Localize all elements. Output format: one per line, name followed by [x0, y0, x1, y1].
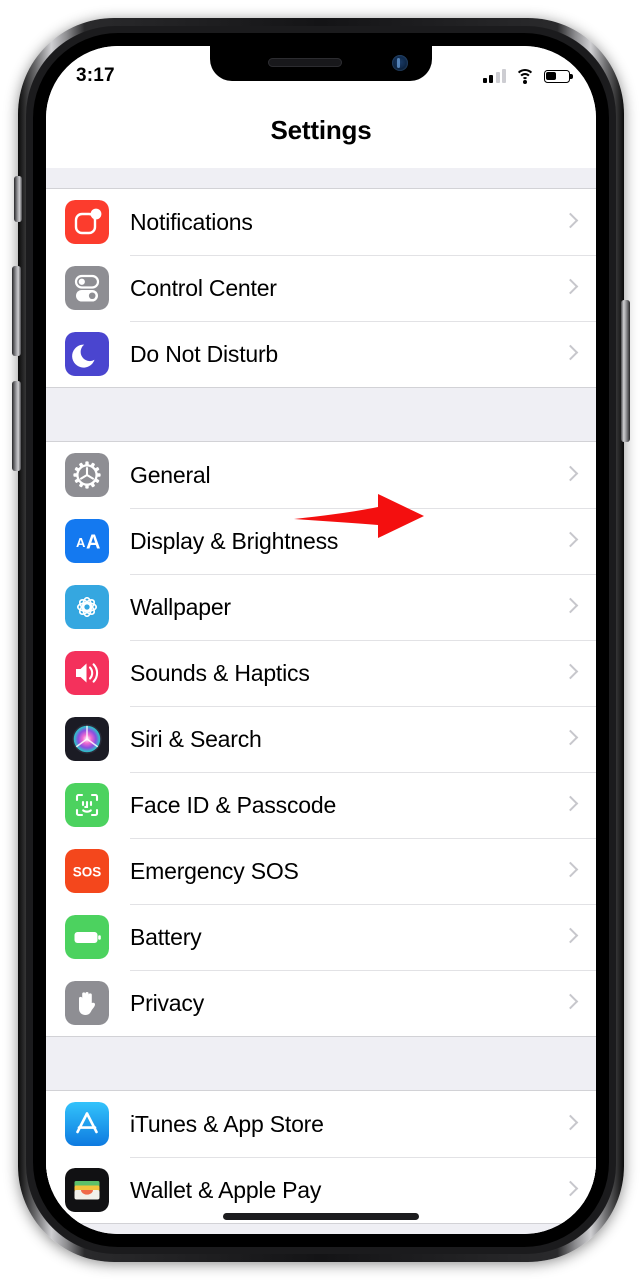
- settings-row-label: Do Not Disturb: [130, 340, 279, 367]
- chevron-right-icon: [562, 927, 579, 944]
- face-id-icon: [65, 783, 109, 827]
- app-store-icon: [65, 1102, 109, 1146]
- red-arrow-annotation: [294, 494, 424, 538]
- do-not-disturb-icon: [65, 332, 109, 376]
- power-button[interactable]: [621, 300, 630, 442]
- settings-row-battery[interactable]: Battery: [46, 904, 596, 970]
- cellular-signal-icon: [482, 69, 506, 83]
- earpiece-speaker: [268, 58, 342, 67]
- svg-text:A: A: [76, 535, 86, 550]
- control-center-icon: [65, 266, 109, 310]
- chevron-right-icon: [562, 663, 579, 680]
- settings-row-label: iTunes & App Store: [130, 1110, 324, 1137]
- group-separator: [46, 388, 596, 441]
- privacy-hand-icon: [65, 981, 109, 1025]
- settings-row-itunes-and-app-store[interactable]: iTunes & App Store: [46, 1091, 596, 1157]
- siri-icon: [65, 717, 109, 761]
- group-stores: iTunes & App Store Wallet & Apple Pay: [46, 1090, 596, 1224]
- page-title: Settings: [270, 114, 372, 145]
- settings-row-wallpaper[interactable]: Wallpaper: [46, 574, 596, 640]
- chevron-right-icon: [562, 212, 579, 229]
- display-icon: A A: [65, 519, 109, 563]
- group-separator: [46, 168, 596, 188]
- settings-row-notifications[interactable]: Notifications: [46, 189, 596, 255]
- notifications-icon: [65, 200, 109, 244]
- settings-list[interactable]: Notifications Control Center Do Not Dist…: [46, 168, 596, 1234]
- mute-switch[interactable]: [14, 176, 22, 222]
- settings-row-face-id-and-passcode[interactable]: Face ID & Passcode: [46, 772, 596, 838]
- chevron-right-icon: [562, 795, 579, 812]
- battery-icon: [65, 915, 109, 959]
- phone-screen: 3:17 Settings Notifications Control Cent…: [46, 46, 596, 1234]
- chevron-right-icon: [562, 465, 579, 482]
- settings-row-label: Emergency SOS: [130, 857, 299, 884]
- chevron-right-icon: [562, 1180, 579, 1197]
- group-notifications: Notifications Control Center Do Not Dist…: [46, 188, 596, 388]
- volume-down-button[interactable]: [12, 381, 21, 471]
- notch: [210, 46, 432, 81]
- svg-text:A: A: [86, 532, 100, 554]
- settings-row-siri-and-search[interactable]: Siri & Search: [46, 706, 596, 772]
- battery-icon: [544, 69, 573, 83]
- settings-row-label: Battery: [130, 923, 202, 950]
- sounds-icon: [65, 651, 109, 695]
- volume-up-button[interactable]: [12, 266, 21, 356]
- settings-row-label: Sounds & Haptics: [130, 659, 310, 686]
- chevron-right-icon: [562, 1114, 579, 1131]
- settings-row-privacy[interactable]: Privacy: [46, 970, 596, 1036]
- chevron-right-icon: [562, 861, 579, 878]
- front-camera-icon: [392, 55, 408, 71]
- settings-row-emergency-sos[interactable]: SOS Emergency SOS: [46, 838, 596, 904]
- settings-row-label: Control Center: [130, 274, 277, 301]
- wallet-icon: [65, 1168, 109, 1212]
- settings-row-label: Notifications: [130, 208, 253, 235]
- settings-row-label: Wallpaper: [130, 593, 231, 620]
- svg-text:SOS: SOS: [73, 865, 102, 880]
- chevron-right-icon: [562, 597, 579, 614]
- screenshot-root: 3:17 Settings Notifications Control Cent…: [0, 0, 642, 1280]
- home-indicator[interactable]: [223, 1213, 419, 1220]
- settings-row-label: Wallet & Apple Pay: [130, 1176, 322, 1203]
- settings-row-control-center[interactable]: Control Center: [46, 255, 596, 321]
- chevron-right-icon: [562, 993, 579, 1010]
- settings-row-sounds-and-haptics[interactable]: Sounds & Haptics: [46, 640, 596, 706]
- group-separator: [46, 1037, 596, 1090]
- gear-icon: [65, 453, 109, 497]
- nav-bar: Settings: [46, 92, 596, 168]
- settings-row-label: General: [130, 461, 211, 488]
- wallpaper-icon: [65, 585, 109, 629]
- sos-icon: SOS: [65, 849, 109, 893]
- settings-row-label: Privacy: [130, 989, 205, 1016]
- chevron-right-icon: [562, 278, 579, 295]
- chevron-right-icon: [562, 729, 579, 746]
- settings-row-label: Face ID & Passcode: [130, 791, 337, 818]
- chevron-right-icon: [562, 344, 579, 361]
- status-bar-indicators: [482, 68, 573, 84]
- status-bar-time: 3:17: [76, 65, 115, 86]
- chevron-right-icon: [562, 531, 579, 548]
- settings-row-do-not-disturb[interactable]: Do Not Disturb: [46, 321, 596, 387]
- wifi-icon: [515, 68, 535, 84]
- settings-row-label: Siri & Search: [130, 725, 262, 752]
